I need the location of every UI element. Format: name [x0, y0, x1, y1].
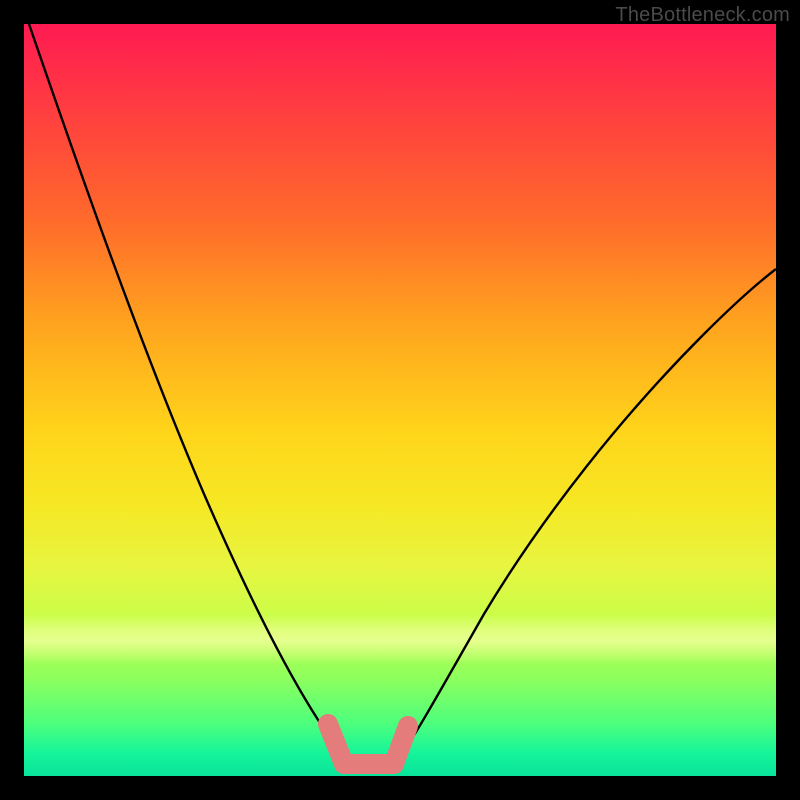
watermark-label: TheBottleneck.com	[615, 4, 790, 27]
plot-area	[24, 24, 776, 776]
gradient-background	[24, 24, 776, 776]
chart-frame: TheBottleneck.com	[0, 0, 800, 800]
